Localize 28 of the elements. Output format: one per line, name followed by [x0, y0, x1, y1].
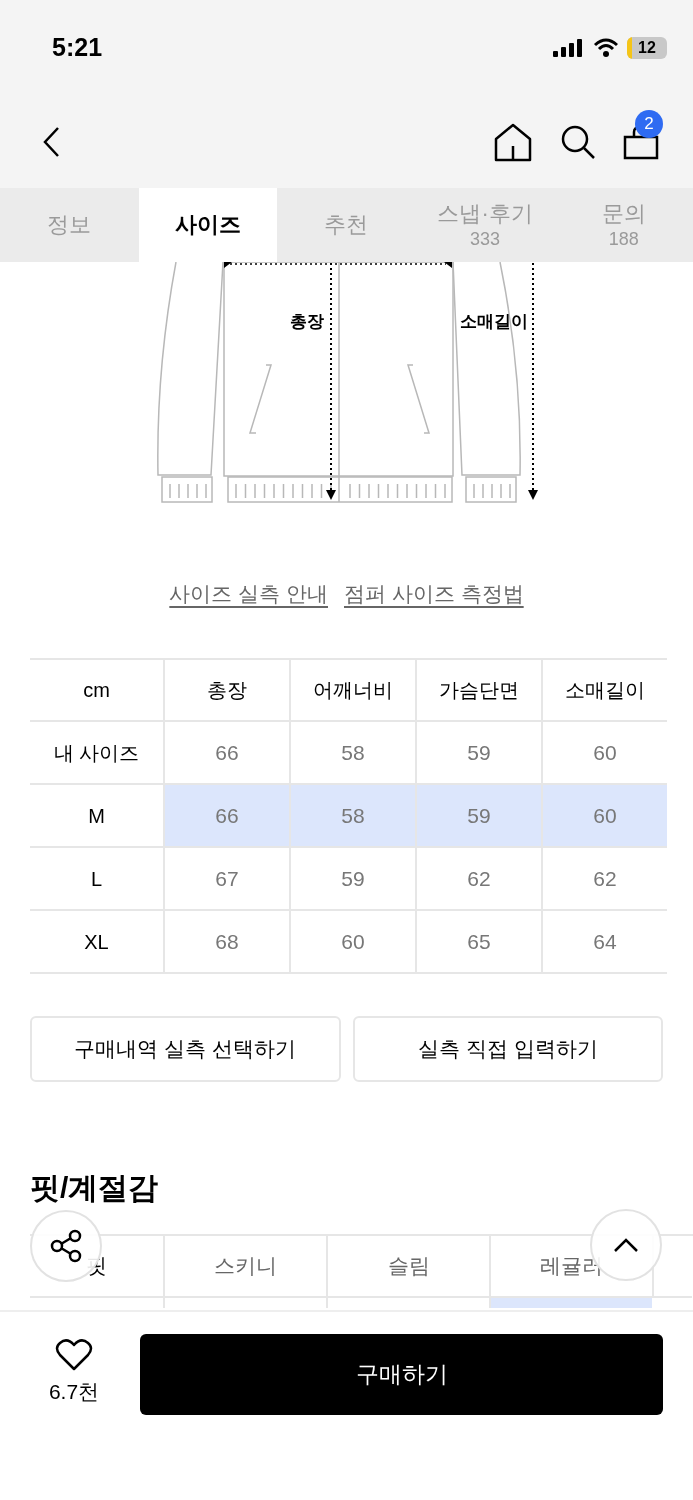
table-cell: 68 [163, 911, 289, 974]
cart-count-badge: 2 [635, 109, 663, 138]
table-cell: 65 [415, 911, 541, 974]
home-icon[interactable] [493, 121, 533, 162]
battery-icon: 12 [627, 36, 667, 59]
column-header: cm [30, 660, 163, 722]
buy-button[interactable]: 구매하기 [140, 1334, 663, 1415]
share-icon [49, 1229, 83, 1263]
section-title: 핏/계절감 [30, 1170, 160, 1206]
action-button[interactable]: 실측 직접 입력하기 [352, 1016, 663, 1082]
table-cell: 60 [289, 911, 415, 974]
chevron-up-icon [613, 1237, 639, 1253]
like-button[interactable]: 6.7천 [40, 1334, 108, 1408]
measure-label: 총장 [290, 312, 324, 331]
tab[interactable]: 사이즈 [138, 188, 278, 262]
heart-icon [55, 1338, 93, 1372]
row-header: 내 사이즈 [30, 722, 163, 785]
table-cell: 64 [541, 911, 667, 974]
row-header: XL [30, 911, 163, 974]
guide-link[interactable]: 점퍼 사이즈 측정법 [344, 578, 524, 610]
action-button[interactable]: 구매내역 실측 선택하기 [30, 1016, 341, 1082]
guide-link[interactable]: 사이즈 실측 안내 [169, 578, 328, 610]
measure-label: 소매길이 [460, 312, 528, 331]
signal-icon [553, 37, 585, 58]
row-header: L [30, 848, 163, 911]
row-header: M [30, 785, 163, 848]
status-time: 5:21 [52, 31, 103, 63]
wifi-icon [593, 37, 619, 58]
